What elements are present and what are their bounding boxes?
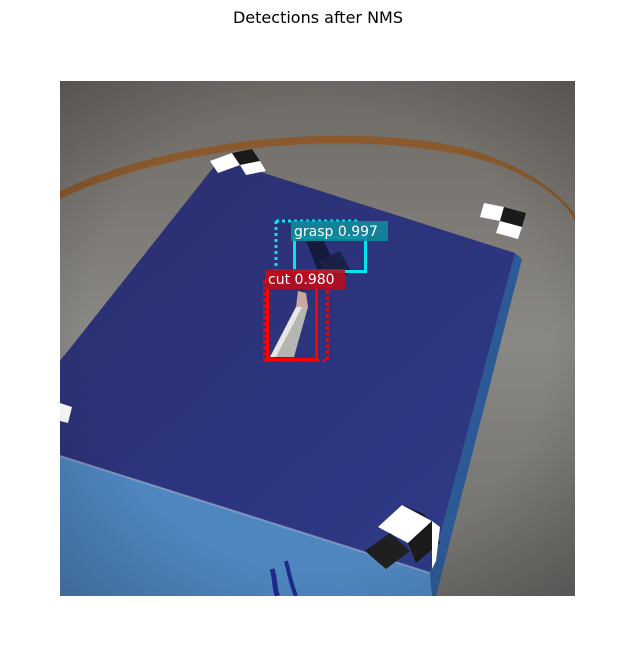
scene-photo: grasp 0.997 cut 0.980 <box>60 81 575 596</box>
scene-svg: grasp 0.997 cut 0.980 <box>60 81 575 596</box>
cut-label: cut 0.980 <box>268 272 335 288</box>
figure-title: Detections after NMS <box>232 8 403 27</box>
grasp-label: grasp 0.997 <box>294 224 378 240</box>
